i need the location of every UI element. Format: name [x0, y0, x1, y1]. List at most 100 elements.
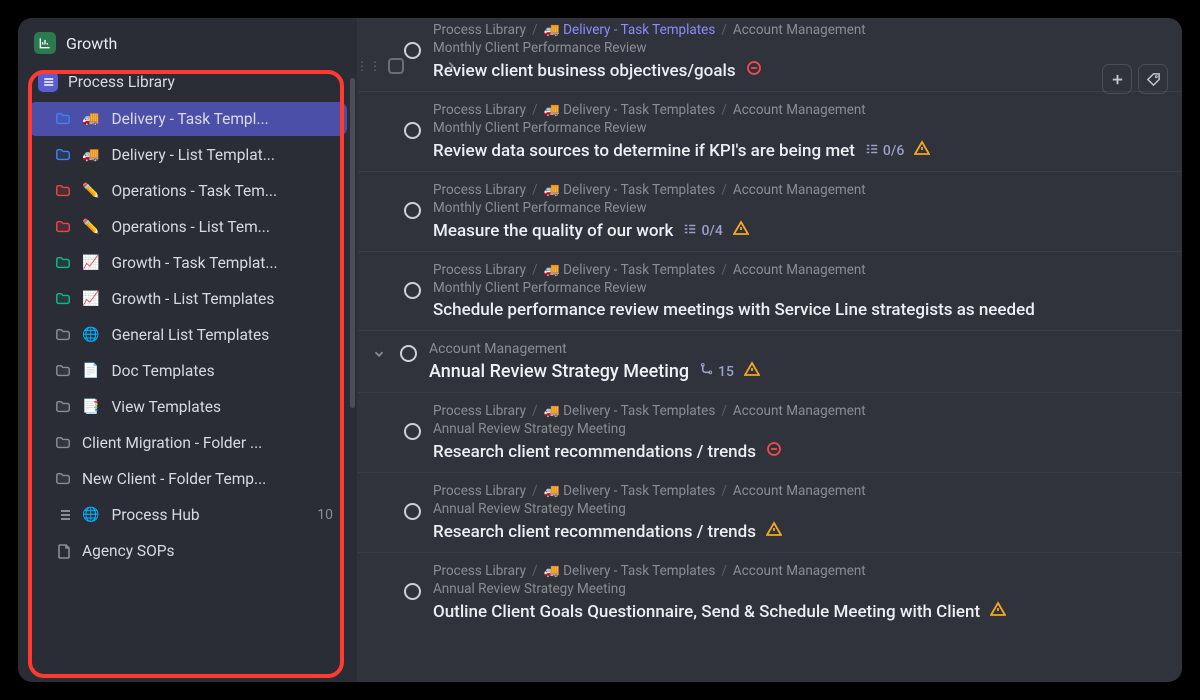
blocked-icon — [746, 60, 762, 81]
task-title: Review client business objectives/goals — [433, 60, 1164, 81]
blocked-icon — [766, 441, 782, 462]
sidebar-item-delivery-task[interactable]: 🚚 Delivery - Task Templ... — [28, 102, 347, 136]
sidebar-library[interactable]: Process Library — [28, 64, 347, 100]
sidebar-item-agency-sops[interactable]: Agency SOPs — [28, 534, 347, 568]
sidebar-item-operations-task[interactable]: ✏️ Operations - Task Tem... — [28, 174, 347, 208]
status-circle[interactable] — [404, 423, 421, 440]
task-context: Annual Review Strategy Meeting — [433, 501, 1164, 517]
sidebar-item-label: Operations - Task Tem... — [111, 182, 277, 200]
task-row[interactable]: Process Library/ 🚚 Delivery - Task Templ… — [358, 91, 1182, 171]
warning-icon — [733, 220, 749, 241]
sidebar-item-doc-templates[interactable]: 📄 Doc Templates — [28, 354, 347, 388]
folder-icon — [54, 326, 72, 344]
sidebar-item-process-hub[interactable]: 🌐 Process Hub 10 — [28, 498, 347, 532]
task-row[interactable]: Process Library/ 🚚 Delivery - Task Templ… — [358, 472, 1182, 552]
sidebar: Growth Process Library 🚚 Delivery - Task… — [18, 18, 358, 682]
task-list: ⋮⋮ Process Library/ 🚚 Delivery - Task Te… — [358, 18, 1182, 632]
sidebar-item-operations-list[interactable]: ✏️ Operations - List Tem... — [28, 210, 347, 244]
status-circle[interactable] — [404, 42, 421, 59]
sidebar-item-label: Growth - Task Templat... — [111, 254, 277, 272]
parent-crumb: Account Management — [429, 341, 1164, 357]
task-breadcrumb: Process Library/ 🚚 Delivery - Task Templ… — [433, 563, 1164, 579]
emoji-icon: 🚚 — [82, 111, 99, 127]
sidebar-item-general-list[interactable]: 🌐 General List Templates — [28, 318, 347, 352]
task-breadcrumb: Process Library/ 🚚 Delivery - Task Templ… — [433, 262, 1164, 278]
sidebar-item-new-client[interactable]: New Client - Folder Temp... — [28, 462, 347, 496]
task-row[interactable]: Process Library/ 🚚 Delivery - Task Templ… — [358, 171, 1182, 251]
warning-icon — [766, 521, 782, 542]
sidebar-library-label: Process Library — [68, 73, 175, 91]
task-context: Monthly Client Performance Review — [433, 120, 1164, 136]
task-breadcrumb: Process Library/ 🚚 Delivery - Task Templ… — [433, 483, 1164, 499]
sidebar-scrollbar[interactable] — [350, 78, 355, 408]
folder-icon — [54, 470, 72, 488]
folder-icon — [54, 398, 72, 416]
warning-icon — [744, 361, 760, 382]
sidebar-item-label: View Templates — [111, 398, 221, 416]
sidebar-item-label: Doc Templates — [111, 362, 214, 380]
sidebar-item-growth-list[interactable]: 📈 Growth - List Templates — [28, 282, 347, 316]
status-circle[interactable] — [404, 583, 421, 600]
select-checkbox[interactable] — [388, 58, 404, 74]
folder-icon — [54, 110, 72, 128]
parent-task-row[interactable]: Account Management Annual Review Strateg… — [358, 330, 1182, 392]
sidebar-item-delivery-list[interactable]: 🚚 Delivery - List Templat... — [28, 138, 347, 172]
sidebar-item-count: 10 — [317, 507, 337, 523]
sidebar-item-label: Operations - List Tem... — [111, 218, 269, 236]
emoji-icon: 📑 — [82, 399, 99, 415]
drag-icon: ⋮⋮ — [358, 59, 382, 73]
emoji-icon: 🌐 — [82, 327, 99, 343]
status-circle[interactable] — [404, 282, 421, 299]
sidebar-item-label: Agency SOPs — [82, 542, 175, 560]
drag-handle[interactable]: ⋮⋮ — [358, 58, 458, 74]
sidebar-item-label: Delivery - List Templat... — [111, 146, 275, 164]
task-context: Monthly Client Performance Review — [433, 40, 1164, 56]
task-title: Measure the quality of our work 0/4 — [433, 220, 1164, 241]
sidebar-item-label: Process Hub — [111, 506, 199, 524]
space-header[interactable]: Growth — [24, 26, 351, 64]
task-row[interactable]: ⋮⋮ Process Library/ 🚚 Delivery - Task Te… — [358, 18, 1182, 91]
status-circle[interactable] — [404, 122, 421, 139]
warning-icon — [914, 140, 930, 161]
status-circle[interactable] — [404, 202, 421, 219]
status-circle[interactable] — [400, 345, 417, 362]
folder-icon — [54, 290, 72, 308]
subtask-count: 0/4 — [683, 222, 722, 240]
folder-icon — [54, 146, 72, 164]
emoji-icon: 📈 — [82, 255, 99, 271]
parent-title: Annual Review Strategy Meeting 15 — [429, 361, 1164, 382]
task-breadcrumb: Process Library/ 🚚 Delivery - Task Templ… — [433, 403, 1164, 419]
task-breadcrumb: Process Library/ 🚚 Delivery - Task Templ… — [433, 182, 1164, 198]
task-context: Monthly Client Performance Review — [433, 200, 1164, 216]
subtask-count: 0/6 — [865, 142, 904, 160]
status-circle[interactable] — [404, 503, 421, 520]
emoji-icon: 🌐 — [82, 507, 99, 523]
sidebar-item-view-templates[interactable]: 📑 View Templates — [28, 390, 347, 424]
emoji-icon: 📈 — [82, 291, 99, 307]
chart-icon — [34, 32, 56, 54]
library-icon — [38, 72, 58, 92]
sidebar-item-label: New Client - Folder Temp... — [82, 470, 266, 488]
task-row[interactable]: Process Library/ 🚚 Delivery - Task Templ… — [358, 392, 1182, 472]
space-title: Growth — [66, 34, 117, 53]
task-row[interactable]: Process Library/ 🚚 Delivery - Task Templ… — [358, 552, 1182, 632]
folder-icon — [54, 254, 72, 272]
folder-icon — [54, 434, 72, 452]
sidebar-item-label: General List Templates — [111, 326, 269, 344]
task-row[interactable]: Process Library/ 🚚 Delivery - Task Templ… — [358, 251, 1182, 330]
sidebar-item-label: Client Migration - Folder ... — [82, 434, 262, 452]
task-title: Research client recommendations / trends — [433, 441, 1164, 462]
folder-icon — [54, 362, 72, 380]
folder-icon — [54, 182, 72, 200]
emoji-icon: ✏️ — [82, 219, 99, 235]
warning-icon — [990, 601, 1006, 622]
task-title: Review data sources to determine if KPI'… — [433, 140, 1164, 161]
emoji-icon: 🚚 — [82, 147, 99, 163]
task-title: Outline Client Goals Questionnaire, Send… — [433, 601, 1164, 622]
task-context: Monthly Client Performance Review — [433, 280, 1164, 296]
chevron-down-icon[interactable] — [372, 347, 386, 361]
sidebar-item-growth-task[interactable]: 📈 Growth - Task Templat... — [28, 246, 347, 280]
task-breadcrumb: Process Library/ 🚚 Delivery - Task Templ… — [433, 102, 1164, 118]
sidebar-item-client-migration[interactable]: Client Migration - Folder ... — [28, 426, 347, 460]
task-breadcrumb: Process Library/ 🚚 Delivery - Task Templ… — [433, 22, 1164, 38]
